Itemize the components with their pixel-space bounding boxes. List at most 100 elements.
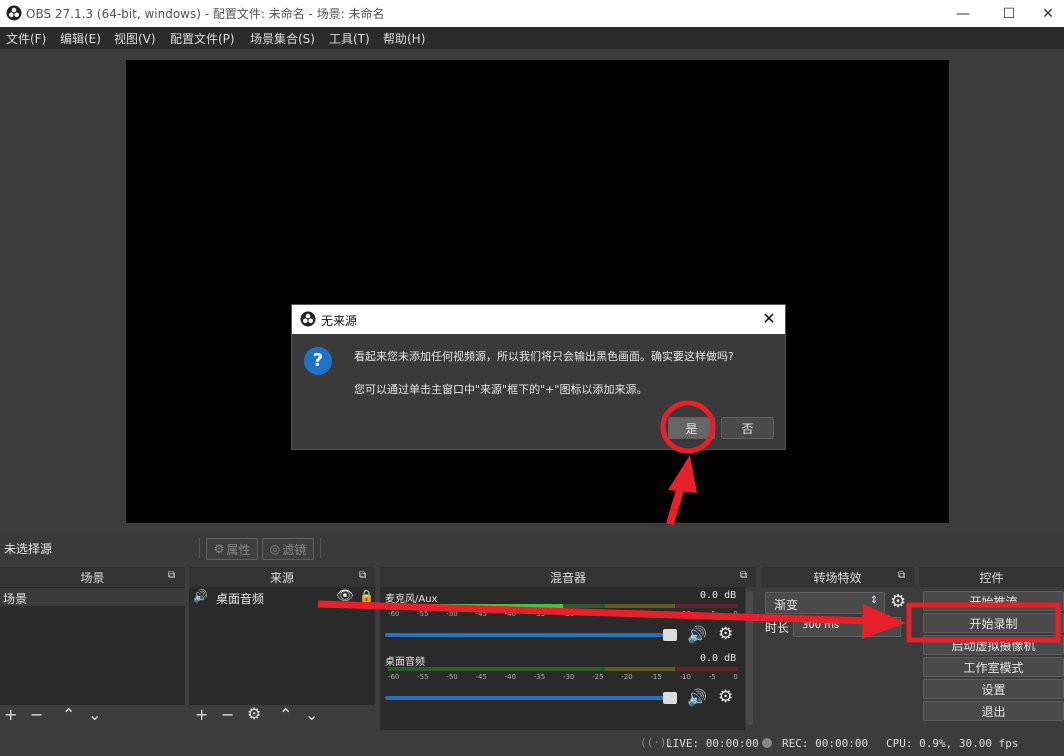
studio-mode-button[interactable]: 工作室模式 [923, 657, 1064, 677]
controls-title: 控件 [979, 570, 1004, 585]
transition-select[interactable]: 渐变 ⇕ [765, 592, 885, 614]
toolbar-divider [199, 538, 200, 558]
source-item-label: 桌面音频 [216, 592, 265, 606]
channel-db: 0.0 dB [700, 653, 737, 664]
mixer-gear-icon[interactable]: ⚙ [718, 687, 733, 707]
transitions-dock: 转场特效 ⧉ 渐变 ⇕ ⚙ 时长 300 ms [761, 567, 914, 730]
undock-icon[interactable]: ⧉ [168, 570, 175, 581]
preview-canvas[interactable] [126, 60, 949, 523]
move-up-icon[interactable]: ⌃ [62, 705, 75, 724]
slider-handle[interactable] [663, 692, 677, 704]
minimize-icon[interactable]: — [940, 0, 986, 27]
toolbar-divider [320, 538, 321, 558]
sources-header: 来源 ⧉ [189, 567, 375, 587]
remove-scene-icon[interactable]: − [30, 705, 43, 724]
transitions-header: 转场特效 ⧉ [761, 567, 914, 587]
close-icon[interactable]: ✕ [1032, 0, 1064, 27]
menu-tools[interactable]: 工具(T) [329, 30, 370, 47]
rec-time: REC: 00:00:00 [782, 737, 869, 750]
duration-spinbox[interactable]: 300 ms [793, 617, 901, 637]
yes-button[interactable]: 是 [668, 417, 715, 439]
menu-bar: 文件(F) 编辑(E) 视图(V) 配置文件(P) 场景集合(S) 工具(T) … [0, 27, 1064, 49]
undock-icon[interactable]: ⧉ [898, 570, 905, 581]
menu-profile[interactable]: 配置文件(P) [170, 30, 235, 47]
speaker-icon: 🔊 [193, 589, 208, 603]
start-virtual-camera-button[interactable]: 启动虚拟摄像机 [923, 635, 1064, 655]
transition-gear-icon[interactable]: ⚙ [890, 591, 906, 612]
add-scene-icon[interactable]: + [4, 705, 17, 724]
no-source-selected-label: 未选择源 [4, 542, 53, 556]
mixer-header: 混音器 ⧉ [380, 567, 756, 587]
move-down-icon[interactable]: ⌄ [88, 705, 101, 724]
scenes-title: 场景 [80, 570, 105, 585]
source-item[interactable]: 🔊 桌面音频 👁 🔒 [189, 588, 375, 606]
add-source-icon[interactable]: + [195, 705, 208, 724]
remove-source-icon[interactable]: − [221, 705, 234, 724]
volume-meter [388, 604, 738, 608]
mixer-title: 混音器 [549, 570, 586, 585]
mixer-dock: 混音器 ⧉ 麦克风/Aux 0.0 dB -60 -55 -50 -45 -40 -35-… [380, 567, 756, 730]
controls-header: 控件 [919, 567, 1064, 587]
filters-button[interactable]: ◎ 滤镜 [262, 538, 314, 560]
start-streaming-button[interactable]: 开始推流 [923, 591, 1064, 611]
channel-name: 桌面音频 [385, 657, 425, 668]
volume-slider[interactable] [385, 629, 677, 641]
dialog-title-bar: 无来源 ✕ [292, 305, 785, 334]
rec-dot-icon [762, 738, 772, 748]
menu-edit[interactable]: 编辑(E) [60, 30, 101, 47]
dialog-title: 无来源 [321, 314, 358, 328]
properties-label: 属性 [226, 542, 251, 557]
dialog-close-icon[interactable]: ✕ [758, 308, 780, 330]
scenes-list: 场景 [0, 587, 185, 705]
settings-button[interactable]: 设置 [923, 679, 1064, 699]
volume-slider[interactable] [385, 692, 677, 704]
scenes-header: 场景 ⧉ [0, 567, 185, 587]
menu-view[interactable]: 视图(V) [114, 30, 156, 47]
menu-scene-collection[interactable]: 场景集合(S) [250, 30, 315, 47]
scene-item[interactable]: 场景 [0, 588, 185, 606]
menu-help[interactable]: 帮助(H) [383, 30, 425, 47]
mixer-gear-icon[interactable]: ⚙ [718, 624, 733, 644]
mute-speaker-icon[interactable]: 🔊 [687, 688, 707, 707]
no-button[interactable]: 否 [721, 417, 774, 439]
move-up-icon[interactable]: ⌃ [279, 705, 292, 724]
controls-dock: 控件 开始推流 开始录制 启动虚拟摄像机 工作室模式 设置 退出 [919, 567, 1064, 730]
no-source-dialog: 无来源 ✕ ? 看起来您未添加任何视频源，所以我们将只会输出黑色画面。确实要这样… [291, 304, 786, 450]
slider-handle[interactable] [663, 629, 677, 641]
menu-file[interactable]: 文件(F) [6, 30, 46, 47]
transition-select-value: 渐变 [774, 598, 799, 612]
volume-meter [388, 667, 738, 671]
properties-button[interactable]: ⚙ 属性 [206, 538, 258, 560]
mixer-scrollbar[interactable] [746, 591, 753, 725]
question-icon: ? [304, 347, 332, 375]
maximize-icon[interactable]: ☐ [986, 0, 1032, 27]
meter-scale: -60 -55 -50 -45 -40 -35 -30 -25 -20 -15 -10 -5 0 [388, 610, 738, 618]
undock-icon[interactable]: ⧉ [359, 570, 366, 581]
cpu-fps: CPU: 0.9%, 30.00 fps [886, 737, 1019, 750]
mute-speaker-icon[interactable]: 🔊 [687, 625, 707, 644]
updown-chevron-icon: ⇕ [870, 595, 879, 606]
obs-logo-icon [6, 5, 22, 21]
sources-list: 🔊 桌面音频 👁 🔒 [189, 587, 375, 705]
source-settings-gear-icon[interactable]: ⚙ [247, 704, 261, 723]
filters-label: 滤镜 [282, 542, 307, 557]
scene-item-label: 场景 [3, 592, 28, 606]
sources-dock: 来源 ⧉ 🔊 桌面音频 👁 🔒 + − ⚙ ⌃ ⌄ [189, 567, 375, 730]
mixer-body: 麦克风/Aux 0.0 dB -60 -55 -50 -45 -40 -35 -30 -25-… [380, 587, 745, 730]
move-down-icon[interactable]: ⌄ [305, 705, 318, 724]
visibility-eye-icon[interactable]: 👁 [336, 588, 354, 604]
duration-label: 时长 [765, 621, 790, 635]
window-title: OBS 27.1.3 (64-bit, windows) - 配置文件: 未命名… [26, 7, 385, 21]
meter-level-fill [388, 604, 563, 608]
scenes-dock: 场景 ⧉ 场景 + − ⌃ ⌄ [0, 567, 185, 730]
obs-logo-icon [300, 311, 316, 327]
meter-scale: -60 -55 -50 -45 -40 -35 -30 -25 -20 -15 -10 -5 0 [388, 673, 738, 681]
dialog-message-line2: 您可以通过单击主窗口中"来源"框下的"+"图标以添加来源。 [354, 383, 648, 396]
sources-title: 来源 [269, 570, 294, 585]
undock-icon[interactable]: ⧉ [740, 570, 747, 581]
status-bar: ((·)) LIVE: 00:00:00 REC: 00:00:00 CPU: … [0, 733, 1064, 756]
channel-name: 麦克风/Aux [385, 594, 438, 605]
lock-icon[interactable]: 🔒 [359, 589, 374, 603]
exit-button[interactable]: 退出 [923, 701, 1064, 721]
start-recording-button[interactable]: 开始录制 [923, 613, 1064, 633]
